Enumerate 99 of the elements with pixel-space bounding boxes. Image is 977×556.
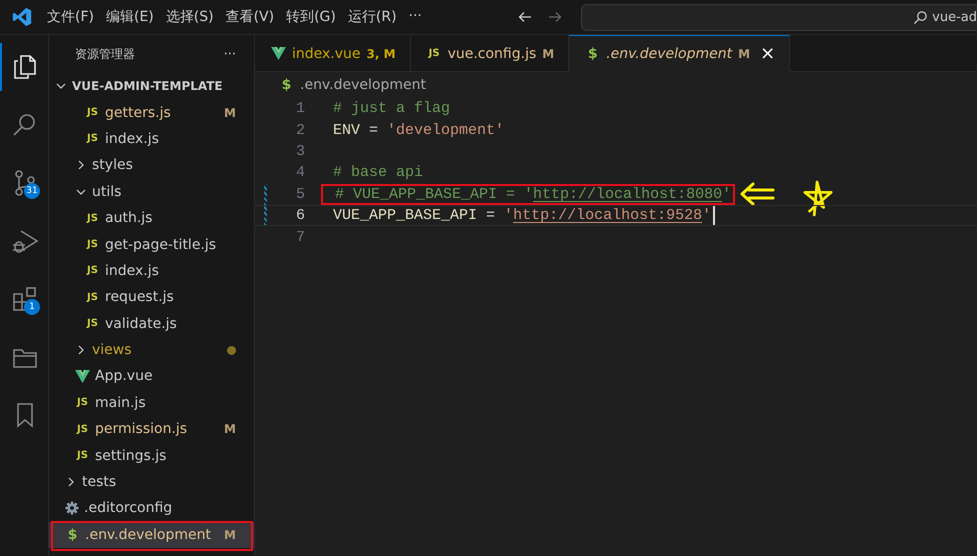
file-name: validate.js <box>105 316 178 332</box>
file-name: auth.js <box>105 210 154 226</box>
code-line: VUE_APP_BASE_API = 'http://localhost:9528' <box>332 207 712 224</box>
app-logo-icon <box>12 7 32 27</box>
text-cursor <box>713 206 716 226</box>
file-row[interactable]: JS permission.js M <box>49 416 254 442</box>
file-row[interactable]: JS get-page-title.js <box>49 231 254 258</box>
js-file-icon: JS <box>85 239 100 250</box>
menu-item[interactable]: ··· <box>404 4 427 30</box>
file-name: App.vue <box>95 368 154 384</box>
line-number: 2 <box>294 122 306 139</box>
folder-name: VUE-ADMIN-TEMPLATE <box>72 79 224 94</box>
status-label: M <box>224 422 236 436</box>
file-name: request.js <box>105 289 175 306</box>
file-name: index.js <box>105 130 160 147</box>
js-file-icon: JS <box>85 265 100 276</box>
file-row[interactable]: $ .env.development M <box>49 522 254 548</box>
js-file-icon: JS <box>75 450 90 462</box>
breadcrumb-item[interactable]: .env.development <box>300 77 426 93</box>
js-file-icon: JS <box>85 212 100 224</box>
code-line: ENV = 'development' <box>332 122 506 139</box>
status-label: M <box>224 106 236 120</box>
file-row[interactable]: JS index.js <box>49 126 254 152</box>
file-row[interactable]: JS auth.js <box>49 204 254 232</box>
line-number: 4 <box>294 164 306 182</box>
js-file-icon: JS <box>85 107 100 118</box>
menu-item[interactable]: 编辑(E) <box>100 4 159 30</box>
file-name: main.js <box>95 394 147 411</box>
sidebar-title: 资源管理器 <box>75 46 135 62</box>
dollar-icon: $ <box>585 46 600 62</box>
menu-item[interactable]: 选择(S) <box>160 4 219 30</box>
folder-name: views <box>92 342 133 358</box>
status-label: M <box>738 46 750 60</box>
status-label: M <box>542 46 554 60</box>
activity-bar-item[interactable]: 1 <box>0 275 48 323</box>
js-file-icon: JS <box>85 292 100 303</box>
folder-row[interactable]: tests <box>49 468 254 496</box>
menu-item[interactable]: 转到(G) <box>281 4 341 30</box>
file-row[interactable]: JS getters.js M <box>49 99 254 126</box>
line-number: 5 <box>294 186 306 203</box>
file-row[interactable]: JS request.js <box>49 284 254 311</box>
js-file-icon: JS <box>75 397 90 408</box>
dollar-icon: $ <box>279 77 294 93</box>
line-number: 7 <box>294 228 306 246</box>
menu-item[interactable]: 查看(V) <box>220 4 280 30</box>
code-line: # base api <box>332 164 424 182</box>
file-name: .env.development <box>85 526 212 543</box>
folder-name: styles <box>92 157 134 174</box>
file-row[interactable]: JS index.js <box>49 258 254 284</box>
menu-item[interactable]: 运行(R) <box>342 4 402 30</box>
file-name: get-page-title.js <box>105 236 218 253</box>
menu-item[interactable]: 文件(F) <box>42 4 99 30</box>
folder-row[interactable]: VUE-ADMIN-TEMPLATE <box>49 73 254 100</box>
status-label: M <box>224 528 236 542</box>
search-field[interactable]: vue-ad <box>580 4 977 30</box>
more-actions-button[interactable]: ··· <box>224 46 236 62</box>
count-badge: 1 <box>24 299 40 315</box>
js-file-icon: JS <box>85 133 100 144</box>
count-badge: 31 <box>24 183 40 199</box>
line-number: 3 <box>294 142 306 160</box>
code-line: # just a flag <box>332 100 452 118</box>
file-row[interactable]: JS validate.js <box>49 310 254 337</box>
folder-name: tests <box>82 474 118 490</box>
close-button[interactable]: × <box>760 43 776 64</box>
js-file-icon: JS <box>85 318 100 330</box>
star-drawing <box>803 179 834 218</box>
file-row[interactable]: JS settings.js <box>49 442 254 469</box>
file-name: getters.js <box>105 104 172 121</box>
editor-tab[interactable]: JS vue.config.js M <box>410 35 570 72</box>
editor-tab[interactable]: index.vue 3, M <box>255 35 411 72</box>
file-name: index.js <box>105 262 160 279</box>
arrow-drawing <box>739 182 776 206</box>
line-number: 6 <box>294 207 306 224</box>
tab-title: index.vue <box>292 46 361 62</box>
status-label: 3, M <box>366 46 396 60</box>
js-file-icon: JS <box>426 48 442 59</box>
vue-file-icon <box>271 47 286 60</box>
dollar-icon: $ <box>65 526 80 543</box>
tab-title: .env.development <box>606 46 732 62</box>
line-number: 1 <box>294 100 306 118</box>
editor-tab[interactable]: $ .env.development M × <box>569 35 790 72</box>
folder-row[interactable]: utils <box>49 178 254 205</box>
blocks-icon <box>11 285 39 313</box>
folder-name: utils <box>92 184 122 200</box>
file-row[interactable]: .editorconfig <box>49 495 254 522</box>
file-name: .editorconfig <box>84 500 174 516</box>
folder-row[interactable]: views <box>49 336 254 364</box>
js-file-icon: JS <box>75 424 90 435</box>
file-name: settings.js <box>95 448 168 464</box>
explorer-icon <box>11 53 39 81</box>
folder-row[interactable]: styles <box>49 152 254 179</box>
vue-file-icon <box>75 370 90 383</box>
file-name: permission.js <box>95 421 188 438</box>
file-row[interactable]: App.vue <box>49 363 254 390</box>
gear-icon <box>65 501 79 516</box>
tab-title: vue.config.js <box>448 46 536 62</box>
file-row[interactable]: JS main.js <box>49 390 254 416</box>
activity-bar-item[interactable]: 31 <box>0 159 48 207</box>
search-icon <box>913 10 928 24</box>
